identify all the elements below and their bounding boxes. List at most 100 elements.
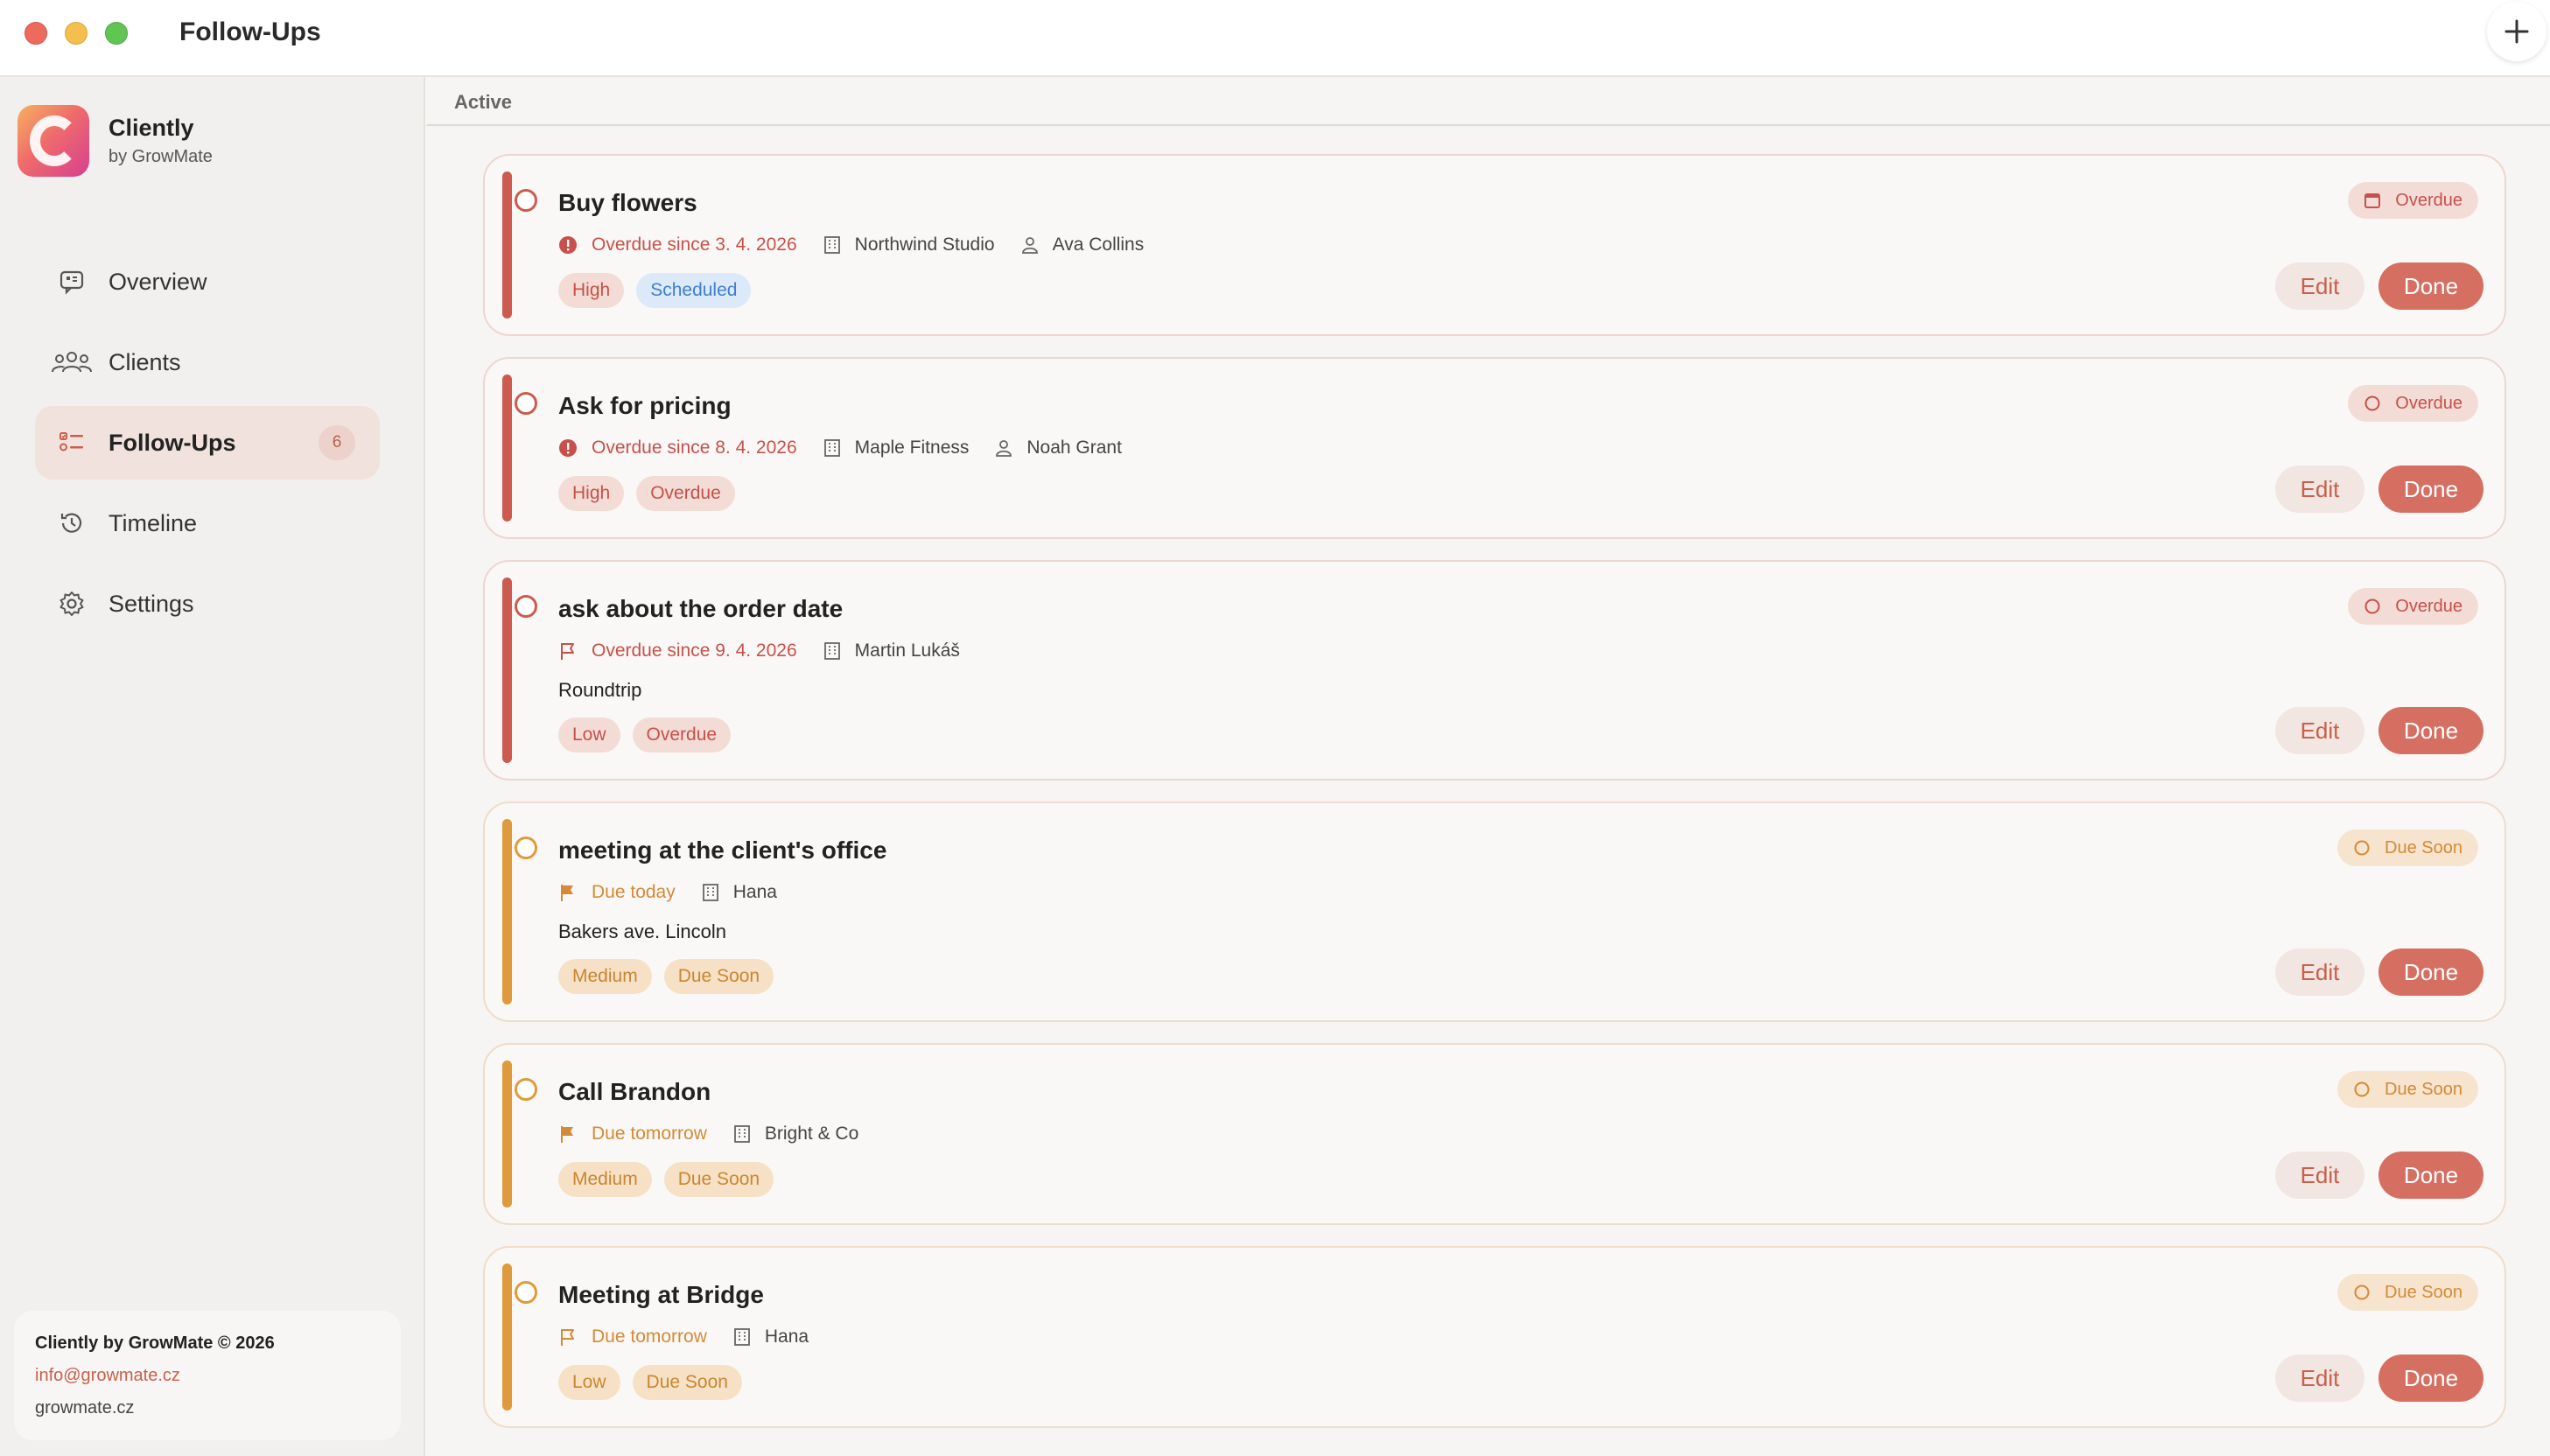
- alert-icon: [559, 236, 577, 254]
- tag-list: Low Due Soon: [558, 1365, 754, 1400]
- tag-list: High Scheduled: [558, 273, 763, 308]
- edit-button[interactable]: Edit: [2275, 1152, 2364, 1199]
- follow-up-title: Call Brandon: [558, 1078, 711, 1105]
- priority-bar: [502, 819, 512, 1004]
- priority-tag: High: [558, 273, 625, 308]
- follow-up-title: ask about the order date: [558, 595, 844, 622]
- company-text: Hana: [764, 1326, 809, 1347]
- tag-list: Low Overdue: [558, 718, 743, 752]
- follow-up-card[interactable]: meeting at the client's office Due today…: [483, 802, 2506, 1022]
- due-text: Overdue since 9. 4. 2026: [592, 640, 797, 661]
- history-icon: [60, 513, 82, 533]
- calendar-icon: [2364, 193, 2381, 208]
- priority-bar: [502, 374, 512, 522]
- zoom-window-button[interactable]: [105, 22, 128, 45]
- due-text: Due tomorrow: [592, 1124, 707, 1144]
- section-header-active: Active: [427, 77, 2550, 126]
- edit-button[interactable]: Edit: [2275, 466, 2364, 513]
- circle-icon: [2364, 598, 2380, 614]
- complete-checkbox[interactable]: [515, 836, 537, 859]
- priority-bar: [502, 172, 512, 318]
- follow-up-title: meeting at the client's office: [558, 836, 887, 864]
- close-window-button[interactable]: [25, 22, 47, 45]
- building-icon: [823, 642, 840, 660]
- follow-up-note: Bakers ave. Lincoln: [558, 920, 726, 942]
- sidebar-item-timeline[interactable]: Timeline: [35, 486, 380, 560]
- status-badge: Overdue: [2348, 182, 2478, 219]
- plus-icon: [2504, 19, 2529, 44]
- edit-button[interactable]: Edit: [2275, 707, 2364, 754]
- contact-email-link[interactable]: info@growmate.cz: [35, 1366, 380, 1386]
- company-text: Bright & Co: [764, 1124, 859, 1144]
- sidebar-item-settings[interactable]: Settings: [35, 567, 380, 640]
- edit-button[interactable]: Edit: [2275, 262, 2364, 310]
- add-follow-up-button[interactable]: [2487, 2, 2546, 61]
- done-button[interactable]: Done: [2378, 707, 2483, 754]
- sidebar-footer: Cliently by GrowMate © 2026 info@growmat…: [14, 1311, 401, 1440]
- circle-icon: [2354, 840, 2370, 856]
- sidebar-item-clients[interactable]: Clients: [35, 326, 380, 399]
- complete-checkbox[interactable]: [515, 392, 537, 415]
- card-actions: Edit Done: [2275, 948, 2483, 996]
- follow-up-card[interactable]: Buy flowers Overdue since 3. 4. 2026 Nor…: [483, 154, 2506, 336]
- website-text: growmate.cz: [35, 1398, 135, 1418]
- brand-logo: [18, 105, 89, 177]
- priority-bar: [502, 1264, 512, 1410]
- complete-checkbox[interactable]: [515, 1078, 537, 1101]
- complete-checkbox[interactable]: [515, 1281, 537, 1304]
- brand-subtitle: by GrowMate: [109, 147, 213, 166]
- due-text: Overdue since 3. 4. 2026: [592, 234, 797, 255]
- building-icon: [823, 236, 840, 254]
- state-tag: Due Soon: [663, 959, 774, 994]
- state-tag: Scheduled: [636, 273, 752, 308]
- edit-button[interactable]: Edit: [2275, 1354, 2364, 1402]
- follow-up-meta: Overdue since 3. 4. 2026 Northwind Studi…: [558, 234, 1170, 256]
- follow-up-meta: Due tomorrow Bright & Co: [558, 1124, 885, 1144]
- title-bar: Follow-Ups: [0, 0, 2550, 77]
- building-icon: [733, 1125, 750, 1143]
- copyright-text: Cliently by GrowMate © 2026: [35, 1334, 275, 1353]
- tag-list: Medium Due Soon: [558, 959, 786, 994]
- follow-up-meta: Due tomorrow Hana: [558, 1326, 835, 1348]
- complete-checkbox[interactable]: [515, 189, 537, 212]
- due-text: Overdue since 8. 4. 2026: [592, 438, 797, 458]
- done-button[interactable]: Done: [2378, 1354, 2483, 1402]
- circle-icon: [2354, 1284, 2370, 1300]
- follow-up-meta: Overdue since 9. 4. 2026 Martin Lukáš: [558, 640, 986, 662]
- state-tag: Due Soon: [663, 1162, 774, 1197]
- follow-up-card[interactable]: Meeting at Bridge Due tomorrow Hana Low …: [483, 1246, 2506, 1428]
- follow-up-title: Ask for pricing: [558, 392, 732, 419]
- follow-up-card[interactable]: Call Brandon Due tomorrow Bright & Co Me…: [483, 1043, 2506, 1225]
- state-tag: Overdue: [632, 718, 732, 752]
- minimize-window-button[interactable]: [65, 22, 88, 45]
- sidebar-item-overview[interactable]: Overview: [35, 245, 380, 318]
- sidebar-item-label: Settings: [109, 590, 194, 617]
- follow-up-card[interactable]: ask about the order date Overdue since 9…: [483, 560, 2506, 780]
- follow-up-note: Roundtrip: [558, 679, 642, 701]
- due-text: Due today: [592, 882, 676, 902]
- priority-tag: Medium: [558, 1162, 652, 1197]
- follow-up-title: Buy flowers: [558, 189, 697, 216]
- done-button[interactable]: Done: [2378, 466, 2483, 513]
- contact-text: Noah Grant: [1026, 438, 1122, 458]
- sidebar-item-label: Clients: [109, 348, 181, 375]
- follow-up-title: Meeting at Bridge: [558, 1281, 764, 1308]
- edit-button[interactable]: Edit: [2275, 948, 2364, 996]
- sidebar-nav: Overview Clients Follow-Ups 6 Timeline S…: [35, 245, 380, 648]
- state-tag: Overdue: [636, 476, 735, 511]
- status-badge: Due Soon: [2337, 1071, 2478, 1108]
- complete-checkbox[interactable]: [515, 595, 537, 618]
- done-button[interactable]: Done: [2378, 948, 2483, 996]
- done-button[interactable]: Done: [2378, 262, 2483, 310]
- brand: Cliently by GrowMate: [18, 105, 213, 177]
- brand-name: Cliently: [109, 115, 194, 141]
- sidebar-item-follow-ups[interactable]: Follow-Ups 6: [35, 406, 380, 480]
- sidebar-item-label: Timeline: [109, 509, 198, 536]
- card-actions: Edit Done: [2275, 1354, 2483, 1402]
- done-button[interactable]: Done: [2378, 1152, 2483, 1199]
- sidebar: Cliently by GrowMate Overview Clients Fo…: [0, 77, 425, 1456]
- card-actions: Edit Done: [2275, 1152, 2483, 1199]
- follow-up-card[interactable]: Ask for pricing Overdue since 8. 4. 2026…: [483, 357, 2506, 539]
- sidebar-item-label: Overview: [109, 268, 207, 295]
- status-badge: Overdue: [2348, 588, 2478, 625]
